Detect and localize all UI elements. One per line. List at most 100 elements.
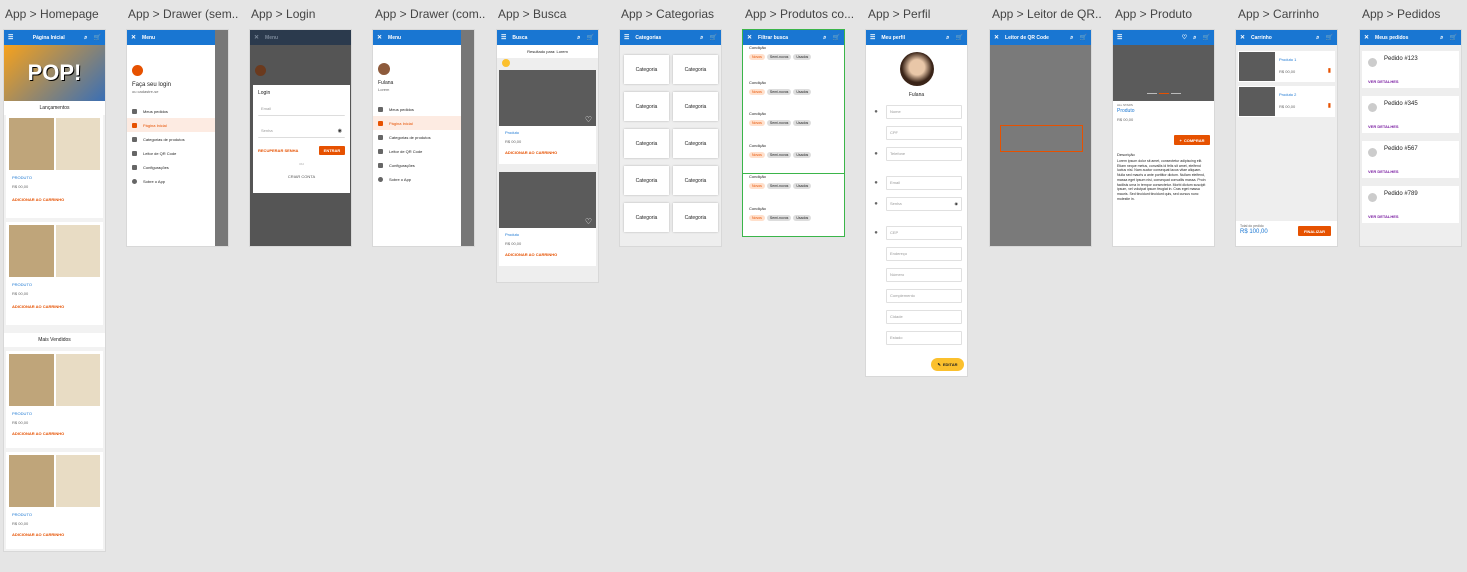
profile-input[interactable]: Cidade bbox=[886, 309, 962, 324]
filter-chip[interactable]: Semi-novos bbox=[766, 88, 792, 95]
profile-input[interactable]: CEP bbox=[886, 225, 962, 240]
cart-icon[interactable]: 🛒 bbox=[956, 35, 963, 41]
filter-chip[interactable]: Semi-novos bbox=[766, 214, 792, 221]
menu-item-about[interactable]: Sobre o App bbox=[373, 172, 461, 186]
product-card[interactable]: PRODUTO R$ 00,00 ADICIONAR AO CARRINHO bbox=[6, 452, 103, 549]
product-card[interactable]: ♡ Produto R$ 00,00 ADICIONAR AO CARRINHO bbox=[499, 172, 596, 266]
order-card[interactable]: Pedido #567 VER DETALHES bbox=[1362, 141, 1459, 178]
close-icon[interactable]: ✕ bbox=[994, 35, 999, 41]
cart-icon[interactable]: 🛒 bbox=[1326, 35, 1333, 41]
trash-icon[interactable]: ▮ bbox=[1328, 67, 1331, 74]
add-to-cart-button[interactable]: ADICIONAR AO CARRINHO bbox=[6, 528, 103, 541]
profile-input[interactable]: Telefone bbox=[886, 146, 962, 161]
product-gallery[interactable] bbox=[1113, 45, 1214, 101]
menu-item-about[interactable]: Sobre o App bbox=[127, 174, 215, 188]
menu-icon[interactable]: ☰ bbox=[624, 35, 629, 41]
login-button[interactable]: ENTRAR bbox=[319, 146, 345, 155]
filter-chip[interactable]: Usados bbox=[793, 183, 812, 189]
cart-icon[interactable]: 🛒 bbox=[1203, 35, 1210, 41]
cart-icon[interactable]: 🛒 bbox=[1450, 35, 1457, 41]
order-card[interactable]: Pedido #789 VER DETALHES bbox=[1362, 186, 1459, 223]
filter-chip[interactable]: Usados bbox=[793, 151, 812, 158]
eye-icon[interactable]: ◉ bbox=[338, 128, 342, 134]
product-card[interactable]: ♡ Produto R$ 00,00 ADICIONAR AO CARRINHO bbox=[499, 70, 596, 164]
category-card[interactable]: Categoria bbox=[673, 55, 718, 84]
filter-chip[interactable]: Usados bbox=[793, 54, 812, 60]
menu-item-qr[interactable]: Leitor de QR Code bbox=[127, 146, 215, 160]
cart-item[interactable]: Produto 2 R$ 00,00 ▮ bbox=[1238, 86, 1335, 117]
profile-input[interactable]: Email bbox=[886, 175, 962, 190]
search-icon[interactable]: ⌕ bbox=[823, 35, 826, 41]
filter-icon[interactable] bbox=[502, 59, 510, 67]
email-field[interactable]: Email bbox=[258, 102, 345, 116]
filter-chip[interactable]: Usados bbox=[793, 88, 812, 95]
finish-button[interactable]: FINALIZAR bbox=[1298, 226, 1331, 236]
category-card[interactable]: Categoria bbox=[673, 92, 718, 121]
add-to-cart-button[interactable]: ADICIONAR AO CARRINHO bbox=[499, 248, 596, 261]
category-card[interactable]: Categoria bbox=[624, 203, 669, 232]
product-card[interactable]: PRODUTO R$ 00,00 ADICIONAR AO CARRINHO bbox=[6, 351, 103, 448]
menu-item-categories[interactable]: Categorias de produtos bbox=[373, 130, 461, 144]
menu-item-orders[interactable]: Meus pedidos bbox=[127, 104, 215, 118]
search-icon[interactable]: ⌕ bbox=[1440, 35, 1443, 41]
product-card[interactable]: PRODUTO R$ 00,00 ADICIONAR AO CARRINHO bbox=[6, 222, 103, 325]
view-details-link[interactable]: VER DETALHES bbox=[1368, 124, 1399, 129]
menu-item-orders[interactable]: Meus pedidos bbox=[373, 102, 461, 116]
heart-icon[interactable]: ♡ bbox=[585, 115, 592, 124]
search-icon[interactable]: ⌕ bbox=[1316, 35, 1319, 41]
menu-item-settings[interactable]: Configurações bbox=[127, 160, 215, 174]
filter-chip[interactable]: Semi-novos bbox=[766, 54, 792, 60]
menu-item-settings[interactable]: Configurações bbox=[373, 158, 461, 172]
menu-icon[interactable]: ☰ bbox=[870, 35, 875, 41]
promo-banner[interactable]: POP! bbox=[4, 45, 105, 101]
profile-input[interactable]: Estado bbox=[886, 330, 962, 345]
profile-input[interactable]: Nome bbox=[886, 104, 962, 119]
category-card[interactable]: Categoria bbox=[624, 55, 669, 84]
filter-chip[interactable]: Novos bbox=[749, 214, 765, 221]
category-card[interactable]: Categoria bbox=[673, 129, 718, 158]
cart-icon[interactable]: 🛒 bbox=[94, 35, 101, 41]
create-account-button[interactable]: CRIAR CONTA bbox=[258, 174, 345, 179]
category-card[interactable]: Categoria bbox=[673, 166, 718, 195]
view-details-link[interactable]: VER DETALHES bbox=[1368, 169, 1399, 174]
filter-chip[interactable]: Semi-novos bbox=[766, 183, 792, 189]
close-icon[interactable]: ✕ bbox=[747, 35, 752, 41]
order-card[interactable]: Pedido #345 VER DETALHES bbox=[1362, 96, 1459, 133]
filter-chip[interactable]: Novos bbox=[749, 54, 765, 60]
menu-item-categories[interactable]: Categorias de produtos bbox=[127, 132, 215, 146]
heart-icon[interactable]: ♡ bbox=[1182, 35, 1187, 41]
close-icon[interactable]: ✕ bbox=[377, 35, 382, 41]
buy-button[interactable]: + COMPRAR bbox=[1174, 135, 1210, 145]
category-card[interactable]: Categoria bbox=[673, 203, 718, 232]
add-to-cart-button[interactable]: ADICIONAR AO CARRINHO bbox=[6, 191, 103, 208]
profile-input[interactable]: Complemento bbox=[886, 288, 962, 303]
eye-icon[interactable]: ◉ bbox=[955, 201, 959, 206]
category-card[interactable]: Categoria bbox=[624, 92, 669, 121]
search-icon[interactable]: ⌕ bbox=[1070, 35, 1073, 41]
profile-input[interactable]: Senha ◉ bbox=[886, 196, 962, 211]
menu-item-home[interactable]: Página Inicial bbox=[373, 116, 461, 130]
profile-input[interactable]: Número bbox=[886, 267, 962, 282]
register-link[interactable]: ou cadastre-se bbox=[132, 89, 215, 94]
close-icon[interactable]: ✕ bbox=[131, 35, 136, 41]
menu-icon[interactable]: ☰ bbox=[8, 35, 13, 41]
login-prompt[interactable]: Faça seu login bbox=[132, 82, 215, 88]
menu-item-qr[interactable]: Leitor de QR Code bbox=[373, 144, 461, 158]
search-icon[interactable]: ⌕ bbox=[577, 35, 580, 41]
edit-button[interactable]: ✎ EDITAR bbox=[931, 358, 964, 371]
filter-chip[interactable]: Novos bbox=[749, 183, 765, 189]
order-card[interactable]: Pedido #123 VER DETALHES bbox=[1362, 51, 1459, 88]
filter-chip[interactable]: Semi-novos bbox=[766, 151, 792, 158]
profile-input[interactable]: Endereço bbox=[886, 246, 962, 261]
product-card[interactable]: PRODUTO R$ 00,00 ADICIONAR AO CARRINHO bbox=[6, 115, 103, 218]
cart-icon[interactable]: 🛒 bbox=[710, 35, 717, 41]
trash-icon[interactable]: ▮ bbox=[1328, 102, 1331, 109]
password-field[interactable]: Senha ◉ bbox=[258, 124, 345, 138]
add-to-cart-button[interactable]: ADICIONAR AO CARRINHO bbox=[6, 427, 103, 440]
menu-icon[interactable]: ☰ bbox=[1117, 35, 1122, 41]
view-details-link[interactable]: VER DETALHES bbox=[1368, 79, 1399, 84]
add-to-cart-button[interactable]: ADICIONAR AO CARRINHO bbox=[499, 146, 596, 159]
cart-item[interactable]: Produto 1 R$ 00,00 ▮ bbox=[1238, 51, 1335, 82]
add-to-cart-button[interactable]: ADICIONAR AO CARRINHO bbox=[6, 298, 103, 315]
filter-chip[interactable]: Semi-novos bbox=[766, 120, 792, 126]
